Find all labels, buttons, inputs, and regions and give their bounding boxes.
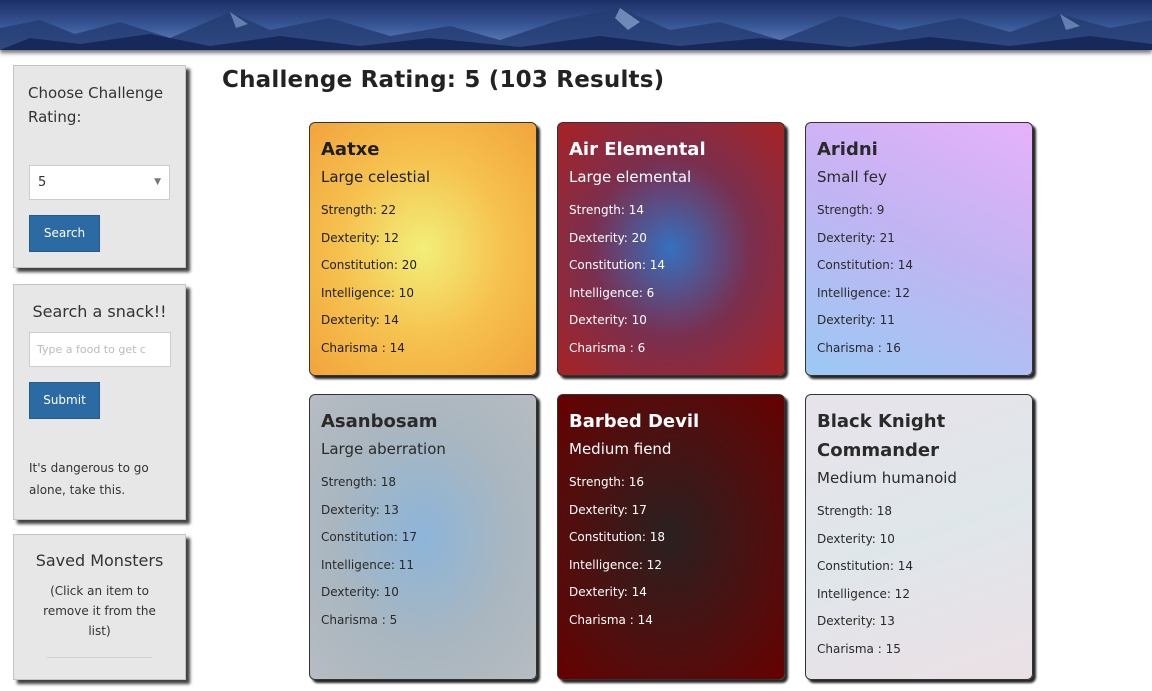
monster-type: Small fey bbox=[817, 168, 887, 186]
stat-dexterity: Dexterity: 10 bbox=[817, 531, 895, 546]
stat-charisma: Charisma : 16 bbox=[817, 340, 901, 355]
challenge-rating-panel: Choose Challenge Rating: 5 ▼ Search bbox=[13, 65, 186, 268]
challenge-rating-title: Choose Challenge Rating: bbox=[28, 84, 164, 126]
stat-dexterity-2: Dexterity: 11 bbox=[817, 313, 895, 327]
stat-intelligence: Intelligence: 12 bbox=[817, 586, 910, 601]
saved-monsters-panel: Saved Monsters (Click an item to remove … bbox=[13, 534, 186, 680]
stat-constitution: Constitution: 20 bbox=[321, 258, 418, 272]
stat-dexterity-2: Dexterity: 14 bbox=[321, 313, 399, 327]
stat-dexterity: Dexterity: 12 bbox=[321, 230, 399, 245]
stat-strength: Strength: 16 bbox=[569, 475, 645, 489]
mountain-illustration bbox=[0, 8, 1152, 50]
stat-intelligence: Intelligence: 11 bbox=[321, 557, 414, 572]
stat-constitution: Constitution: 14 bbox=[817, 258, 914, 272]
stat-dexterity-2: Dexterity: 13 bbox=[817, 614, 895, 628]
stat-constitution: Constitution: 18 bbox=[569, 530, 666, 544]
challenge-rating-select[interactable]: 5 ▼ bbox=[29, 165, 170, 200]
stat-dexterity: Dexterity: 17 bbox=[569, 502, 647, 517]
monster-type: Medium fiend bbox=[569, 440, 672, 458]
snack-search-panel: Search a snack!! Type a food to get c Su… bbox=[13, 284, 186, 520]
monster-card[interactable]: Aridni Small fey Strength: 9 Dexterity: … bbox=[805, 122, 1033, 376]
stat-dexterity-2: Dexterity: 14 bbox=[569, 585, 647, 599]
stat-dexterity-2: Dexterity: 10 bbox=[569, 313, 647, 327]
stat-intelligence: Intelligence: 6 bbox=[569, 285, 655, 300]
stat-charisma: Charisma : 14 bbox=[569, 612, 653, 627]
stat-strength: Strength: 14 bbox=[569, 203, 645, 217]
stat-constitution: Constitution: 17 bbox=[321, 530, 418, 544]
monster-card[interactable]: Air Elemental Large elemental Strength: … bbox=[557, 122, 785, 376]
mountain-banner bbox=[0, 0, 1152, 50]
stat-charisma: Charisma : 15 bbox=[817, 641, 901, 656]
stat-intelligence: Intelligence: 10 bbox=[321, 285, 414, 300]
stat-charisma: Charisma : 5 bbox=[321, 612, 398, 627]
stat-constitution: Constitution: 14 bbox=[569, 258, 666, 272]
saved-monsters-title: Saved Monsters bbox=[35, 551, 164, 570]
monster-name: Barbed Devil bbox=[569, 411, 700, 432]
stat-strength: Strength: 22 bbox=[321, 203, 397, 217]
stat-strength: Strength: 18 bbox=[321, 475, 397, 489]
monster-name: Black Knight Commander bbox=[817, 411, 946, 461]
chevron-down-icon: ▼ bbox=[154, 177, 161, 187]
snack-search-title: Search a snack!! bbox=[32, 302, 167, 321]
snack-note: It's dangerous to go alone, take this. bbox=[29, 461, 149, 497]
stat-strength: Strength: 18 bbox=[817, 504, 893, 518]
monster-name: Aridni bbox=[817, 139, 878, 160]
saved-monsters-hint: (Click an item to remove it from the lis… bbox=[43, 584, 156, 638]
challenge-rating-value: 5 bbox=[38, 175, 47, 190]
stat-dexterity: Dexterity: 13 bbox=[321, 502, 399, 517]
page-title: Challenge Rating: 5 (103 Results) bbox=[222, 67, 665, 93]
monster-name: Asanbosam bbox=[321, 411, 438, 432]
monster-card[interactable]: Barbed Devil Medium fiend Strength: 16 D… bbox=[557, 394, 785, 680]
submit-button[interactable]: Submit bbox=[29, 382, 100, 419]
monster-card[interactable]: Aatxe Large celestial Strength: 22 Dexte… bbox=[309, 122, 537, 376]
stat-dexterity: Dexterity: 20 bbox=[569, 230, 647, 245]
stat-dexterity: Dexterity: 21 bbox=[817, 230, 895, 245]
stat-intelligence: Intelligence: 12 bbox=[569, 557, 662, 572]
monster-name: Aatxe bbox=[321, 139, 380, 160]
stat-dexterity-2: Dexterity: 10 bbox=[321, 585, 399, 599]
search-button[interactable]: Search bbox=[29, 215, 100, 252]
stat-intelligence: Intelligence: 12 bbox=[817, 285, 910, 300]
monster-card[interactable]: Asanbosam Large aberration Strength: 18 … bbox=[309, 394, 537, 680]
monster-type: Large celestial bbox=[321, 168, 431, 186]
monster-type: Medium humanoid bbox=[817, 469, 957, 487]
stat-strength: Strength: 9 bbox=[817, 203, 885, 217]
monster-name: Air Elemental bbox=[569, 139, 706, 160]
monster-type: Large elemental bbox=[569, 168, 692, 186]
monster-type: Large aberration bbox=[321, 440, 446, 458]
snack-search-input[interactable]: Type a food to get c bbox=[29, 332, 171, 367]
stat-charisma: Charisma : 6 bbox=[569, 340, 646, 355]
saved-monsters-list bbox=[47, 657, 152, 658]
stat-charisma: Charisma : 14 bbox=[321, 340, 405, 355]
monster-card[interactable]: Black Knight Commander Medium humanoid S… bbox=[805, 394, 1033, 680]
stat-constitution: Constitution: 14 bbox=[817, 559, 914, 573]
